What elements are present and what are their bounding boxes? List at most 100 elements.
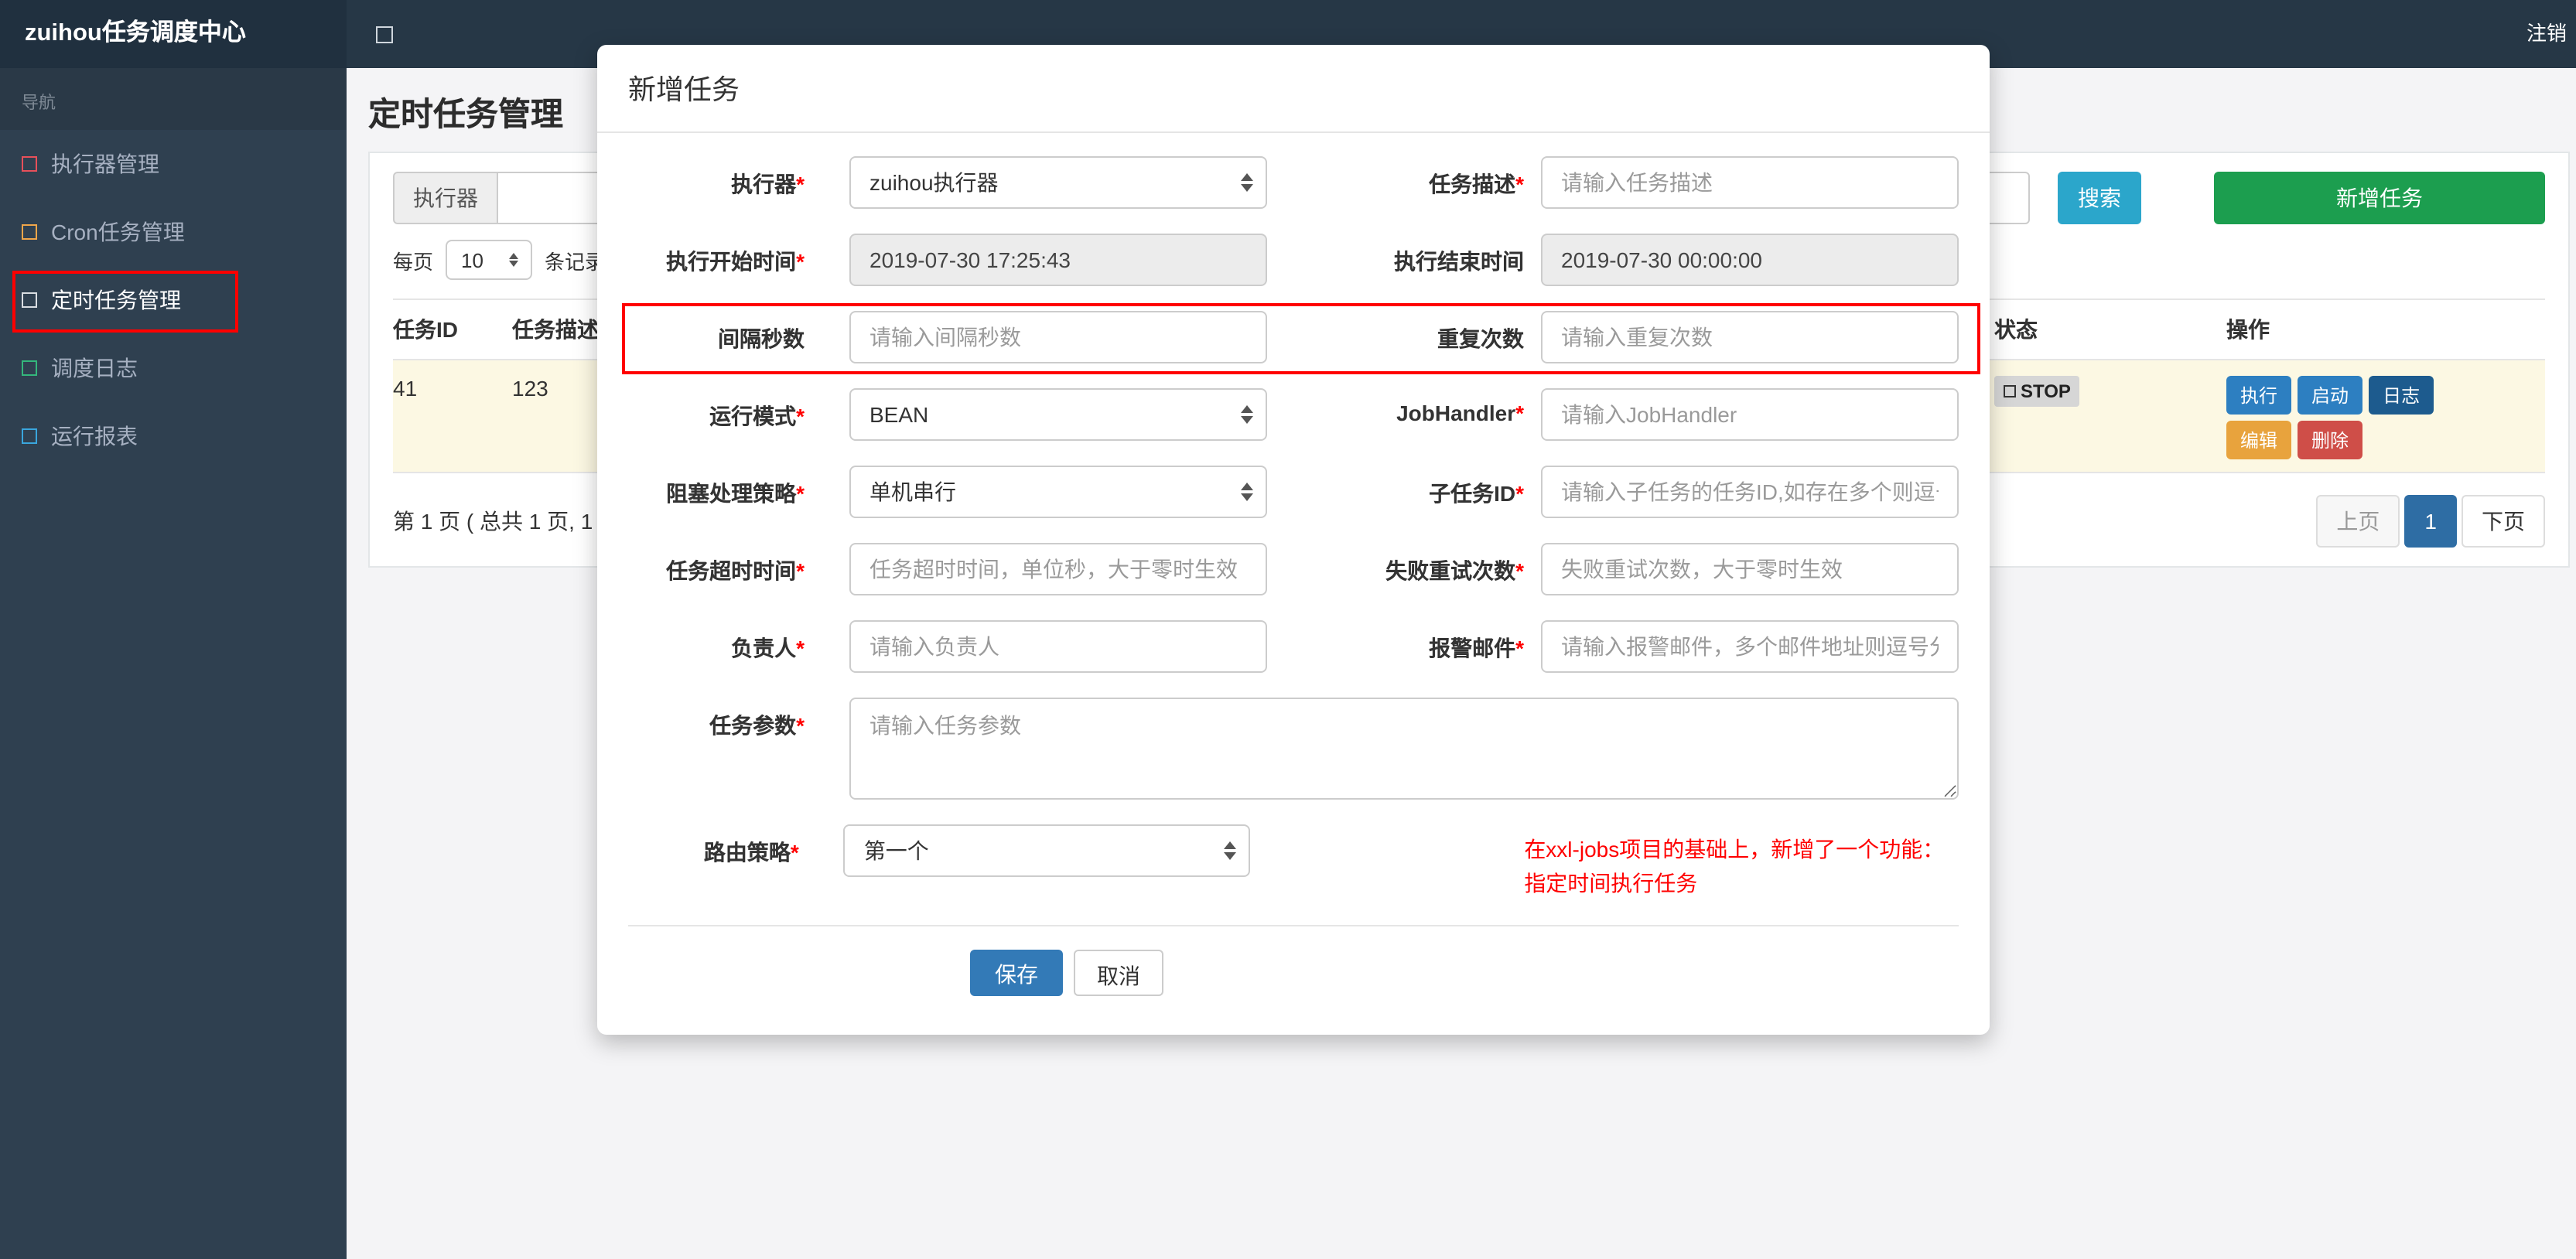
start-time-label: 执行开始时间*: [666, 249, 805, 274]
owner-input[interactable]: [849, 620, 1267, 673]
sidebar-item-run-report[interactable]: 运行报表: [0, 402, 347, 470]
log-button[interactable]: 日志: [2369, 376, 2434, 415]
route-strategy-select[interactable]: 第一个: [843, 824, 1251, 877]
sidebar-item-label: Cron任务管理: [51, 220, 185, 244]
form-row-owner: 负责人* 报警邮件*: [628, 620, 1959, 673]
modal-body: 执行器* zuihou执行器 任务描述* 执行开始时间* 执行结束时间: [597, 133, 1990, 1036]
retry-input[interactable]: [1541, 543, 1959, 595]
form-row-interval: 间隔秒数 重复次数: [628, 311, 1959, 363]
cell-task-id: 41: [393, 376, 418, 401]
repeat-input[interactable]: [1541, 311, 1959, 363]
nav-section-label: 导航: [0, 68, 347, 130]
sidebar-item-label: 定时任务管理: [51, 288, 181, 312]
timeout-input[interactable]: [849, 543, 1267, 595]
cell-status: STOP: [1994, 360, 2226, 472]
sidebar-item-timed-task[interactable]: 定时任务管理: [0, 266, 347, 334]
child-job-input[interactable]: [1541, 466, 1959, 518]
prev-page-button[interactable]: 上页: [2316, 495, 2400, 548]
executor-select[interactable]: zuihou执行器: [849, 156, 1267, 209]
stop-square-icon: [2004, 385, 2016, 397]
pagination-controls: 上页 1 下页: [2311, 495, 2545, 548]
sidebar: 导航 执行器管理 Cron任务管理 定时任务管理 调度日志 运行报表: [0, 68, 347, 1259]
end-time-input[interactable]: [1541, 234, 1959, 286]
feature-note-line2: 指定时间执行任务: [1524, 870, 1698, 896]
block-strategy-select-value: 单机串行: [869, 479, 956, 504]
block-strategy-select[interactable]: 单机串行: [849, 466, 1267, 518]
form-row-run-mode: 运行模式* BEAN JobHandler*: [628, 388, 1959, 441]
pagination-info: 第 1 页 ( 总共 1 页, 1: [393, 509, 593, 534]
delete-button[interactable]: 删除: [2298, 421, 2363, 459]
job-handler-input[interactable]: [1541, 388, 1959, 441]
per-page-select[interactable]: 10: [446, 240, 533, 280]
next-page-button[interactable]: 下页: [2462, 495, 2545, 548]
save-button[interactable]: 保存: [970, 950, 1063, 997]
square-icon: [22, 224, 37, 240]
cell-actions: 执行 启动 日志 编辑 删除: [2226, 360, 2545, 472]
square-icon: [22, 428, 37, 444]
modal-title: 新增任务: [597, 45, 1990, 133]
select-arrows-icon: [1241, 173, 1253, 192]
square-icon: [22, 156, 37, 172]
job-param-label: 任务参数*: [709, 713, 805, 738]
job-param-textarea[interactable]: [849, 698, 1959, 800]
sidebar-toggle-icon[interactable]: [376, 26, 393, 43]
header-task-id: 任务ID: [393, 317, 458, 342]
select-arrows-icon: [1241, 405, 1253, 424]
form-row-time: 执行开始时间* 执行结束时间: [628, 234, 1959, 286]
owner-label: 负责人*: [731, 636, 805, 660]
sidebar-item-label: 调度日志: [51, 356, 138, 380]
run-button[interactable]: 执行: [2226, 376, 2292, 415]
job-desc-label: 任务描述*: [1429, 172, 1524, 196]
sidebar-item-executor-manage[interactable]: 执行器管理: [0, 130, 347, 198]
status-text: STOP: [2021, 380, 2071, 402]
end-time-label: 执行结束时间: [1394, 249, 1524, 274]
modal-footer: 保存 取消: [628, 927, 1959, 1036]
block-strategy-label: 阻塞处理策略*: [666, 481, 805, 506]
current-page-button[interactable]: 1: [2404, 495, 2457, 548]
brand-title: zuihou任务调度中心: [0, 0, 347, 68]
child-job-label: 子任务ID*: [1429, 481, 1524, 506]
add-task-modal: 新增任务 执行器* zuihou执行器 任务描述* 执行开始时间*: [597, 45, 1990, 1036]
logout-link[interactable]: 注销: [2520, 0, 2573, 68]
job-desc-input[interactable]: [1541, 156, 1959, 209]
timeout-label: 任务超时时间*: [666, 558, 805, 583]
edit-button[interactable]: 编辑: [2226, 421, 2292, 459]
cancel-button[interactable]: 取消: [1074, 950, 1163, 997]
form-row-route-strategy: 路由策略* 第一个 在xxl-jobs项目的基础上，新增了一个功能： 指定时间执…: [628, 824, 1959, 901]
retry-label: 失败重试次数*: [1385, 558, 1524, 583]
add-task-button[interactable]: 新增任务: [2214, 172, 2545, 224]
interval-input[interactable]: [849, 311, 1267, 363]
sidebar-item-label: 执行器管理: [51, 152, 159, 176]
square-icon: [22, 292, 37, 308]
route-strategy-select-value: 第一个: [863, 838, 929, 863]
run-mode-label: 运行模式*: [709, 404, 805, 428]
run-mode-select-value: BEAN: [869, 402, 929, 427]
sidebar-item-label: 运行报表: [51, 424, 138, 449]
start-time-input[interactable]: [849, 234, 1267, 286]
per-page-suffix: 条记录: [545, 250, 606, 273]
select-arrows-icon: [509, 253, 519, 267]
sidebar-item-schedule-log[interactable]: 调度日志: [0, 334, 347, 402]
interval-label: 间隔秒数: [718, 326, 805, 351]
executor-label: 执行器*: [731, 172, 805, 196]
executor-filter-label: 执行器: [393, 172, 498, 224]
header-actions: 操作: [2226, 317, 2270, 342]
search-button[interactable]: 搜索: [2058, 172, 2141, 224]
job-handler-label: JobHandler*: [1396, 401, 1524, 425]
form-row-block-strategy: 阻塞处理策略* 单机串行 子任务ID*: [628, 466, 1959, 518]
run-mode-select[interactable]: BEAN: [849, 388, 1267, 441]
route-strategy-label: 路由策略*: [703, 840, 799, 865]
form-row-job-param: 任务参数*: [628, 698, 1959, 800]
start-button[interactable]: 启动: [2298, 376, 2363, 415]
per-page-prefix: 每页: [393, 250, 434, 273]
per-page-value: 10: [461, 248, 483, 271]
sidebar-item-cron-task[interactable]: Cron任务管理: [0, 198, 347, 266]
alarm-email-input[interactable]: [1541, 620, 1959, 673]
alarm-email-label: 报警邮件*: [1429, 636, 1524, 660]
form-row-executor: 执行器* zuihou执行器 任务描述*: [628, 156, 1959, 209]
repeat-label: 重复次数: [1437, 326, 1524, 351]
feature-note-line1: 在xxl-jobs项目的基础上，新增了一个功能：: [1524, 837, 1945, 862]
square-icon: [22, 360, 37, 376]
status-badge: STOP: [1994, 376, 2080, 407]
form-row-timeout: 任务超时时间* 失败重试次数*: [628, 543, 1959, 595]
